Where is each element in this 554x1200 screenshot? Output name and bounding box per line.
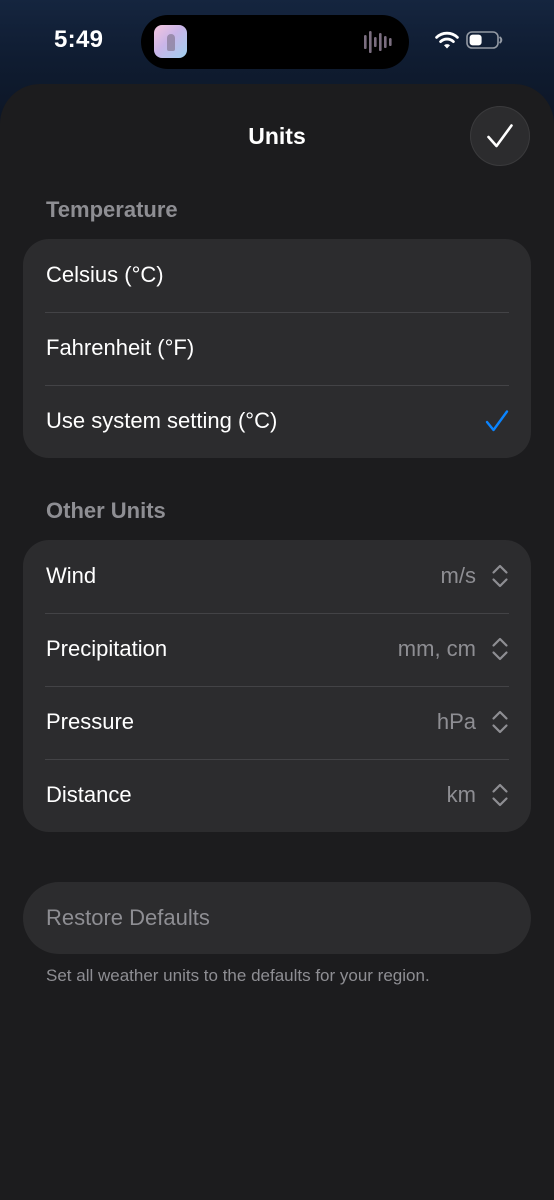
unit-label: Wind xyxy=(46,563,97,588)
temperature-option-fahrenheit[interactable]: Fahrenheit (°F) xyxy=(23,312,531,385)
unit-value: mm, cm xyxy=(397,636,476,661)
other-units-group: Wind m/s Precipitation mm, cm Pressure h… xyxy=(23,540,531,832)
audio-waveform-icon xyxy=(364,31,392,53)
temperature-header: Temperature xyxy=(46,197,178,222)
chevron-up-down-icon xyxy=(492,783,508,807)
unit-label: Pressure xyxy=(46,709,135,734)
unit-row-wind[interactable]: Wind m/s xyxy=(23,540,531,613)
status-bar: 5:49 xyxy=(0,0,554,82)
option-label: Fahrenheit (°F) xyxy=(46,335,195,360)
units-sheet: Units Temperature Celsius (°C) Fahrenhei… xyxy=(0,84,554,1200)
chevron-up-down-icon xyxy=(492,564,508,588)
unit-label: Precipitation xyxy=(46,636,168,661)
done-button[interactable] xyxy=(470,106,530,166)
dynamic-island[interactable] xyxy=(141,15,409,69)
unit-row-pressure[interactable]: Pressure hPa xyxy=(23,686,531,759)
chevron-up-down-icon xyxy=(492,637,508,661)
option-label: Celsius (°C) xyxy=(46,262,164,287)
selected-checkmark-icon xyxy=(485,410,509,432)
checkmark-icon xyxy=(487,124,513,148)
chevron-up-down-icon xyxy=(492,710,508,734)
now-playing-artwork xyxy=(154,25,187,58)
temperature-option-system[interactable]: Use system setting (°C) xyxy=(23,385,531,458)
option-label: Use system setting (°C) xyxy=(46,408,278,433)
unit-label: Distance xyxy=(46,782,132,807)
battery-icon xyxy=(466,31,503,49)
other-units-header: Other Units xyxy=(46,498,166,523)
restore-defaults-button[interactable]: Restore Defaults xyxy=(23,882,531,954)
unit-value: hPa xyxy=(436,709,476,734)
unit-value: km xyxy=(446,782,476,807)
status-time: 5:49 xyxy=(54,26,104,53)
restore-defaults-label: Restore Defaults xyxy=(46,905,210,930)
wifi-icon xyxy=(435,31,459,49)
restore-defaults-footnote: Set all weather units to the defaults fo… xyxy=(46,966,430,985)
unit-row-precipitation[interactable]: Precipitation mm, cm xyxy=(23,613,531,686)
temperature-group: Celsius (°C) Fahrenheit (°F) Use system … xyxy=(23,239,531,458)
temperature-option-celsius[interactable]: Celsius (°C) xyxy=(23,239,531,312)
unit-row-distance[interactable]: Distance km xyxy=(23,759,531,832)
unit-value: m/s xyxy=(440,563,476,588)
